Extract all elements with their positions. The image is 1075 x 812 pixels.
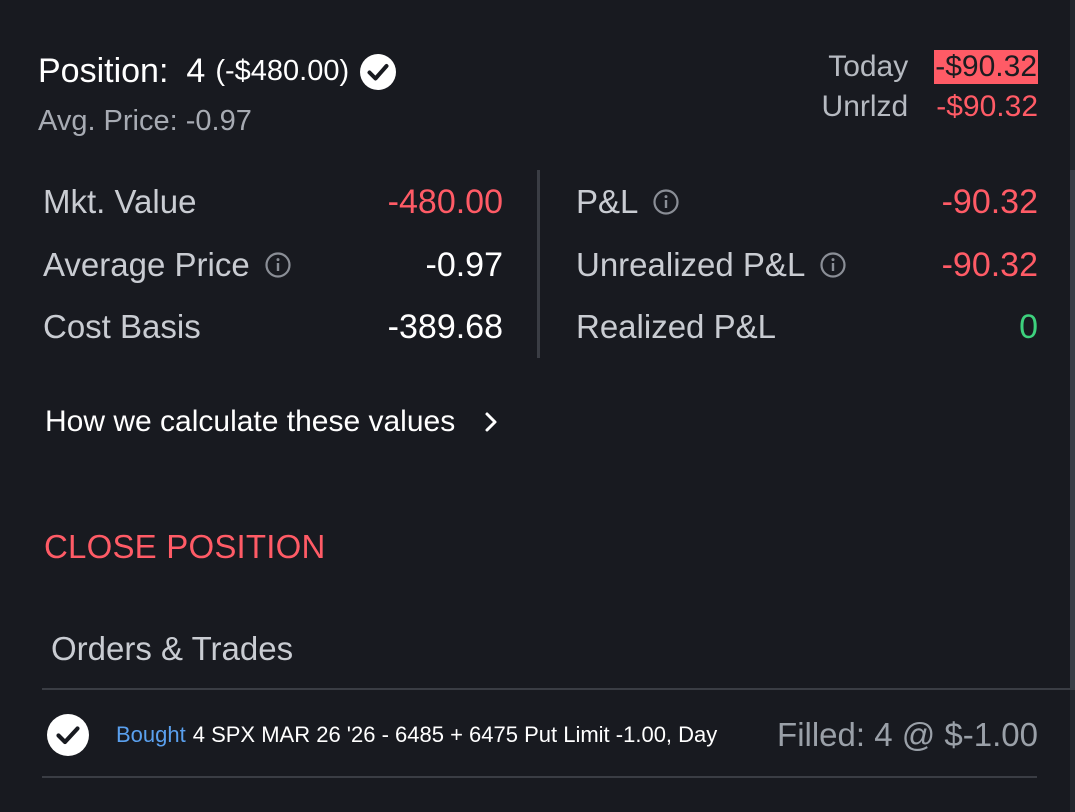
metric-label: Mkt. Value	[43, 183, 197, 220]
metric-average-price: Average Price -0.97	[43, 243, 503, 287]
pnl-summary: Today -$90.32 Unrlzd -$90.32	[822, 50, 1038, 124]
unrlzd-value: -$90.32	[936, 90, 1038, 123]
metric-label: Cost Basis	[43, 308, 201, 345]
today-label: Today	[828, 50, 909, 83]
metric-value: -0.97	[425, 245, 504, 284]
avg-price-value: -0.97	[185, 105, 252, 137]
check-circle-icon	[359, 53, 397, 91]
metric-value: -90.32	[941, 245, 1038, 284]
info-icon[interactable]	[264, 251, 292, 279]
info-icon[interactable]	[819, 251, 847, 279]
metric-pnl: P&L -90.32	[576, 180, 1038, 224]
metric-value: -389.68	[387, 307, 503, 346]
metric-label: Unrealized P&L	[576, 246, 806, 283]
metrics-grid: Mkt. Value -480.00 Average Price -0.97 C…	[43, 170, 1038, 358]
order-side: Bought	[116, 722, 186, 747]
avg-price-label: Avg. Price:	[38, 105, 178, 137]
metric-label: Average Price	[43, 246, 250, 283]
orders-trades-title: Orders & Trades	[51, 630, 294, 667]
calc-values-link[interactable]: How we calculate these values	[45, 400, 503, 444]
divider	[42, 776, 1037, 778]
unrlzd-label: Unrlzd	[821, 90, 909, 123]
metric-value: 0	[1019, 307, 1038, 346]
metric-cost-basis: Cost Basis -389.68	[43, 305, 503, 349]
metric-value: -480.00	[387, 182, 503, 221]
metric-value: -90.32	[941, 182, 1038, 221]
metric-realized-pnl: Realized P&L 0	[576, 305, 1038, 349]
position-summary: Position: 4 (-$480.00)	[38, 52, 397, 91]
metric-mkt-value: Mkt. Value -480.00	[43, 180, 503, 224]
position-quantity: 4	[186, 52, 206, 90]
calc-values-link-label: How we calculate these values	[45, 405, 456, 438]
avg-price-summary: Avg. Price: -0.97	[38, 105, 252, 138]
info-icon[interactable]	[652, 188, 680, 216]
today-value: -$90.32	[934, 50, 1038, 84]
chevron-right-icon	[479, 410, 503, 434]
metric-label-wrap: Average Price	[43, 246, 292, 284]
column-divider	[537, 170, 540, 358]
position-value: (-$480.00)	[215, 55, 350, 87]
metric-unrealized-pnl: Unrealized P&L -90.32	[576, 243, 1038, 287]
check-circle-icon	[46, 713, 90, 757]
order-status: Filled: 4 @ $-1.00	[777, 716, 1038, 753]
order-description: 4 SPX MAR 26 '26 - 6485 + 6475 Put Limit…	[192, 722, 718, 747]
metric-label: Realized P&L	[576, 308, 776, 345]
scrollbar-thumb[interactable]	[1070, 170, 1075, 690]
position-detail-panel: Position: 4 (-$480.00) Avg. Price: -0.97…	[0, 0, 1075, 812]
order-row[interactable]: Bought 4 SPX MAR 26 '26 - 6485 + 6475 Pu…	[46, 712, 1038, 758]
metric-label-wrap: P&L	[576, 183, 680, 221]
order-info: Bought 4 SPX MAR 26 '26 - 6485 + 6475 Pu…	[46, 713, 717, 757]
close-position-button[interactable]: CLOSE POSITION	[44, 528, 326, 566]
divider	[42, 688, 1075, 690]
scrollbar-track[interactable]	[1070, 0, 1075, 812]
position-label: Position:	[38, 52, 169, 90]
metric-label: P&L	[576, 183, 639, 220]
metric-label-wrap: Unrealized P&L	[576, 246, 847, 284]
